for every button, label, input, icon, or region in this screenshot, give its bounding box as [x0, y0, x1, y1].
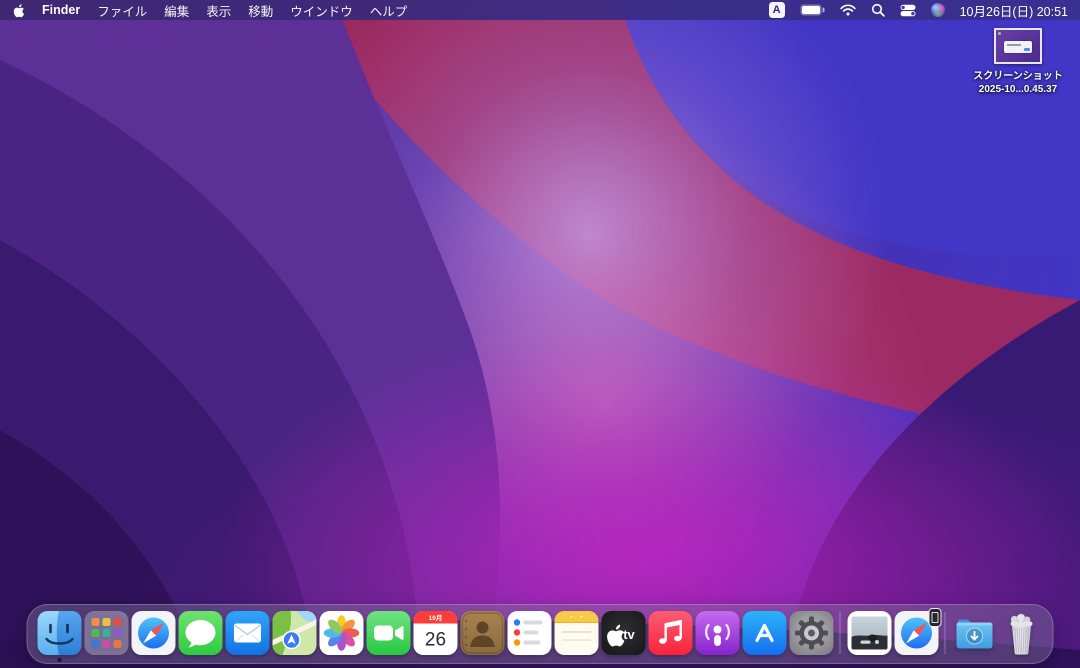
dock-item-trash[interactable]: [998, 610, 1045, 656]
menu-bar: Finder ファイル 編集 表示 移動 ウインドウ ヘルプ A 10月26日(…: [0, 0, 1080, 20]
dock: 10月 26: [27, 604, 1054, 664]
dock-item-music[interactable]: [647, 610, 694, 656]
finder-icon: [37, 611, 81, 655]
dock-item-reminders[interactable]: [506, 610, 553, 656]
contacts-icon: [460, 611, 504, 655]
dock-item-contacts[interactable]: [459, 610, 506, 656]
wallpaper-waves: [0, 0, 1080, 668]
music-icon: [648, 611, 692, 655]
app-menu-finder[interactable]: Finder: [42, 3, 80, 17]
file-label-line2: 2025-10...0.45.37: [973, 83, 1063, 96]
mail-icon: [225, 611, 269, 655]
dock-item-calendar[interactable]: 10月 26: [412, 610, 459, 656]
dock-item-safari-from-iphone[interactable]: [893, 610, 940, 656]
photos-icon: [319, 611, 363, 655]
thumbnail-detail: [998, 32, 1001, 35]
thumbnail-dialog: [1004, 41, 1032, 53]
wifi-icon[interactable]: [840, 4, 856, 16]
recent-window-thumbnail: [847, 611, 891, 655]
notes-icon: [554, 611, 598, 655]
screenshot-thumbnail: [994, 28, 1042, 64]
system-preferences-icon: [789, 611, 833, 655]
menu-clock[interactable]: 10月26日(日) 20:51: [960, 1, 1068, 20]
running-indicator: [57, 658, 61, 662]
maps-icon: [272, 611, 316, 655]
spotlight-search-icon[interactable]: [871, 3, 885, 17]
podcasts-icon: [695, 611, 739, 655]
dock-item-apple-tv[interactable]: tv: [600, 610, 647, 656]
apple-tv-label: tv: [623, 627, 635, 642]
dock-item-photos[interactable]: [318, 610, 365, 656]
reminders-icon: [507, 611, 551, 655]
dock-divider: [945, 612, 946, 654]
desktop: Finder ファイル 編集 表示 移動 ウインドウ ヘルプ A 10月26日(…: [0, 0, 1080, 668]
dock-item-messages[interactable]: [177, 610, 224, 656]
apple-menu-icon[interactable]: [12, 3, 25, 18]
dock-item-facetime[interactable]: [365, 610, 412, 656]
wallpaper: [0, 0, 1080, 668]
control-center-icon[interactable]: [900, 4, 916, 17]
calendar-icon: 10月 26: [413, 611, 457, 655]
dock-item-downloads-folder[interactable]: [951, 610, 998, 656]
calendar-month-label: 10月: [428, 614, 442, 622]
messages-icon: [178, 611, 222, 655]
menu-file[interactable]: ファイル: [97, 1, 147, 20]
dock-item-safari[interactable]: [130, 610, 177, 656]
trash-full-icon: [999, 611, 1043, 655]
dock-item-podcasts[interactable]: [694, 610, 741, 656]
menu-view[interactable]: 表示: [206, 1, 231, 20]
calendar-day-label: 26: [424, 630, 445, 651]
input-method-indicator[interactable]: A: [769, 2, 785, 18]
dock-item-maps[interactable]: [271, 610, 318, 656]
dock-item-system-preferences[interactable]: [788, 610, 835, 656]
desktop-file-label: スクリーンショット 2025-10...0.45.37: [973, 70, 1063, 96]
siri-icon[interactable]: [931, 3, 945, 17]
dock-item-mail[interactable]: [224, 610, 271, 656]
menu-window[interactable]: ウインドウ: [290, 1, 353, 20]
battery-icon[interactable]: [800, 4, 825, 16]
apple-tv-icon: tv: [601, 611, 645, 655]
dock-item-finder[interactable]: [36, 610, 83, 656]
dock-item-launchpad[interactable]: [83, 610, 130, 656]
dock-item-recent-window[interactable]: [846, 610, 893, 656]
facetime-icon: [366, 611, 410, 655]
app-store-icon: [742, 611, 786, 655]
dock-divider: [840, 612, 841, 654]
iphone-badge-icon: [929, 608, 942, 627]
menu-edit[interactable]: 編集: [164, 1, 189, 20]
file-label-line1: スクリーンショット: [973, 70, 1063, 83]
dock-item-app-store[interactable]: [741, 610, 788, 656]
downloads-folder-icon: [952, 611, 996, 655]
safari-icon: [131, 611, 175, 655]
dock-item-notes[interactable]: [553, 610, 600, 656]
menu-help[interactable]: ヘルプ: [370, 1, 408, 20]
menu-go[interactable]: 移動: [248, 1, 273, 20]
launchpad-icon: [84, 611, 128, 655]
desktop-file-screenshot[interactable]: スクリーンショット 2025-10...0.45.37: [970, 28, 1066, 96]
